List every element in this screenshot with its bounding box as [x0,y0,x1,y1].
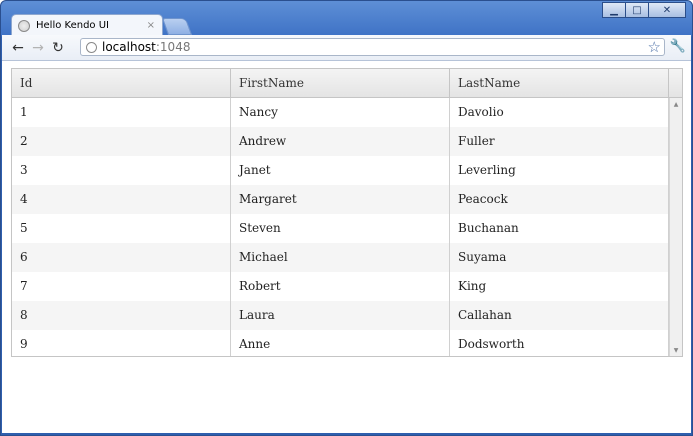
scroll-down-arrow-icon[interactable]: ▼ [670,344,682,356]
cell-id: 3 [12,156,231,185]
globe-icon [86,41,97,53]
cell-id: 5 [12,214,231,243]
maximize-button[interactable]: □ [625,2,649,18]
cell-id: 9 [12,330,231,356]
bookmark-star-icon[interactable]: ☆ [648,38,661,56]
cell-firstname: Laura [231,301,450,330]
cell-lastname: Buchanan [450,214,669,243]
cell-id: 2 [12,127,231,156]
table-row[interactable]: 3 Janet Leverling [12,156,669,185]
cell-lastname: Dodsworth [450,330,669,356]
cell-lastname: Callahan [450,301,669,330]
page-favicon-icon [18,19,30,32]
reload-icon[interactable]: ↻ [48,38,68,58]
url-port: :1048 [155,40,191,54]
url-host: localhost [102,40,156,54]
browser-window: ▁ □ ✕ Hello Kendo UI × ← → ↻ localhost:1… [0,0,693,436]
column-header-lastname[interactable]: LastName [450,69,669,97]
back-arrow-icon[interactable]: ← [8,38,28,58]
cell-firstname: Andrew [231,127,450,156]
cell-firstname: Michael [231,243,450,272]
cell-firstname: Steven [231,214,450,243]
cell-firstname: Anne [231,330,450,356]
tab-title: Hello Kendo UI [36,20,109,31]
table-row[interactable]: 8 Laura Callahan [12,301,669,330]
cell-firstname: Margaret [231,185,450,214]
table-row[interactable]: 9 Anne Dodsworth [12,330,669,356]
minimize-button[interactable]: ▁ [602,2,626,18]
browser-toolbar: ← → ↻ localhost:1048 ☆ 🔧 [2,35,691,61]
cell-lastname: King [450,272,669,301]
header-scroll-spacer [669,69,682,97]
cell-lastname: Peacock [450,185,669,214]
grid-body: 1 Nancy Davolio 2 Andrew Fuller 3 Janet … [12,98,669,356]
cell-lastname: Davolio [450,98,669,127]
table-row[interactable]: 6 Michael Suyama [12,243,669,272]
tab-hello-kendo-ui[interactable]: Hello Kendo UI × [11,14,163,36]
cell-firstname: Nancy [231,98,450,127]
window-controls: ▁ □ ✕ [602,2,686,18]
page-content: Id FirstName LastName 1 Nancy Davolio 2 … [2,61,691,433]
column-header-id[interactable]: Id [12,69,231,97]
grid-vertical-scrollbar[interactable]: ▲ ▼ [669,98,682,356]
close-window-button[interactable]: ✕ [648,2,686,18]
cell-lastname: Suyama [450,243,669,272]
data-grid: Id FirstName LastName 1 Nancy Davolio 2 … [11,68,683,357]
table-row[interactable]: 5 Steven Buchanan [12,214,669,243]
address-bar[interactable]: localhost:1048 ☆ [80,38,665,56]
forward-arrow-icon[interactable]: → [28,38,48,58]
cell-id: 8 [12,301,231,330]
table-row[interactable]: 1 Nancy Davolio [12,98,669,127]
table-row[interactable]: 4 Margaret Peacock [12,185,669,214]
tab-close-icon[interactable]: × [147,20,155,31]
cell-lastname: Fuller [450,127,669,156]
grid-header: Id FirstName LastName [12,69,682,98]
cell-lastname: Leverling [450,156,669,185]
cell-firstname: Janet [231,156,450,185]
cell-id: 1 [12,98,231,127]
column-header-firstname[interactable]: FirstName [231,69,450,97]
scroll-up-arrow-icon[interactable]: ▲ [670,98,682,110]
new-tab-button[interactable] [161,18,193,35]
cell-firstname: Robert [231,272,450,301]
cell-id: 4 [12,185,231,214]
table-row[interactable]: 2 Andrew Fuller [12,127,669,156]
cell-id: 7 [12,272,231,301]
table-row[interactable]: 7 Robert King [12,272,669,301]
wrench-menu-icon[interactable]: 🔧 [670,39,686,54]
cell-id: 6 [12,243,231,272]
